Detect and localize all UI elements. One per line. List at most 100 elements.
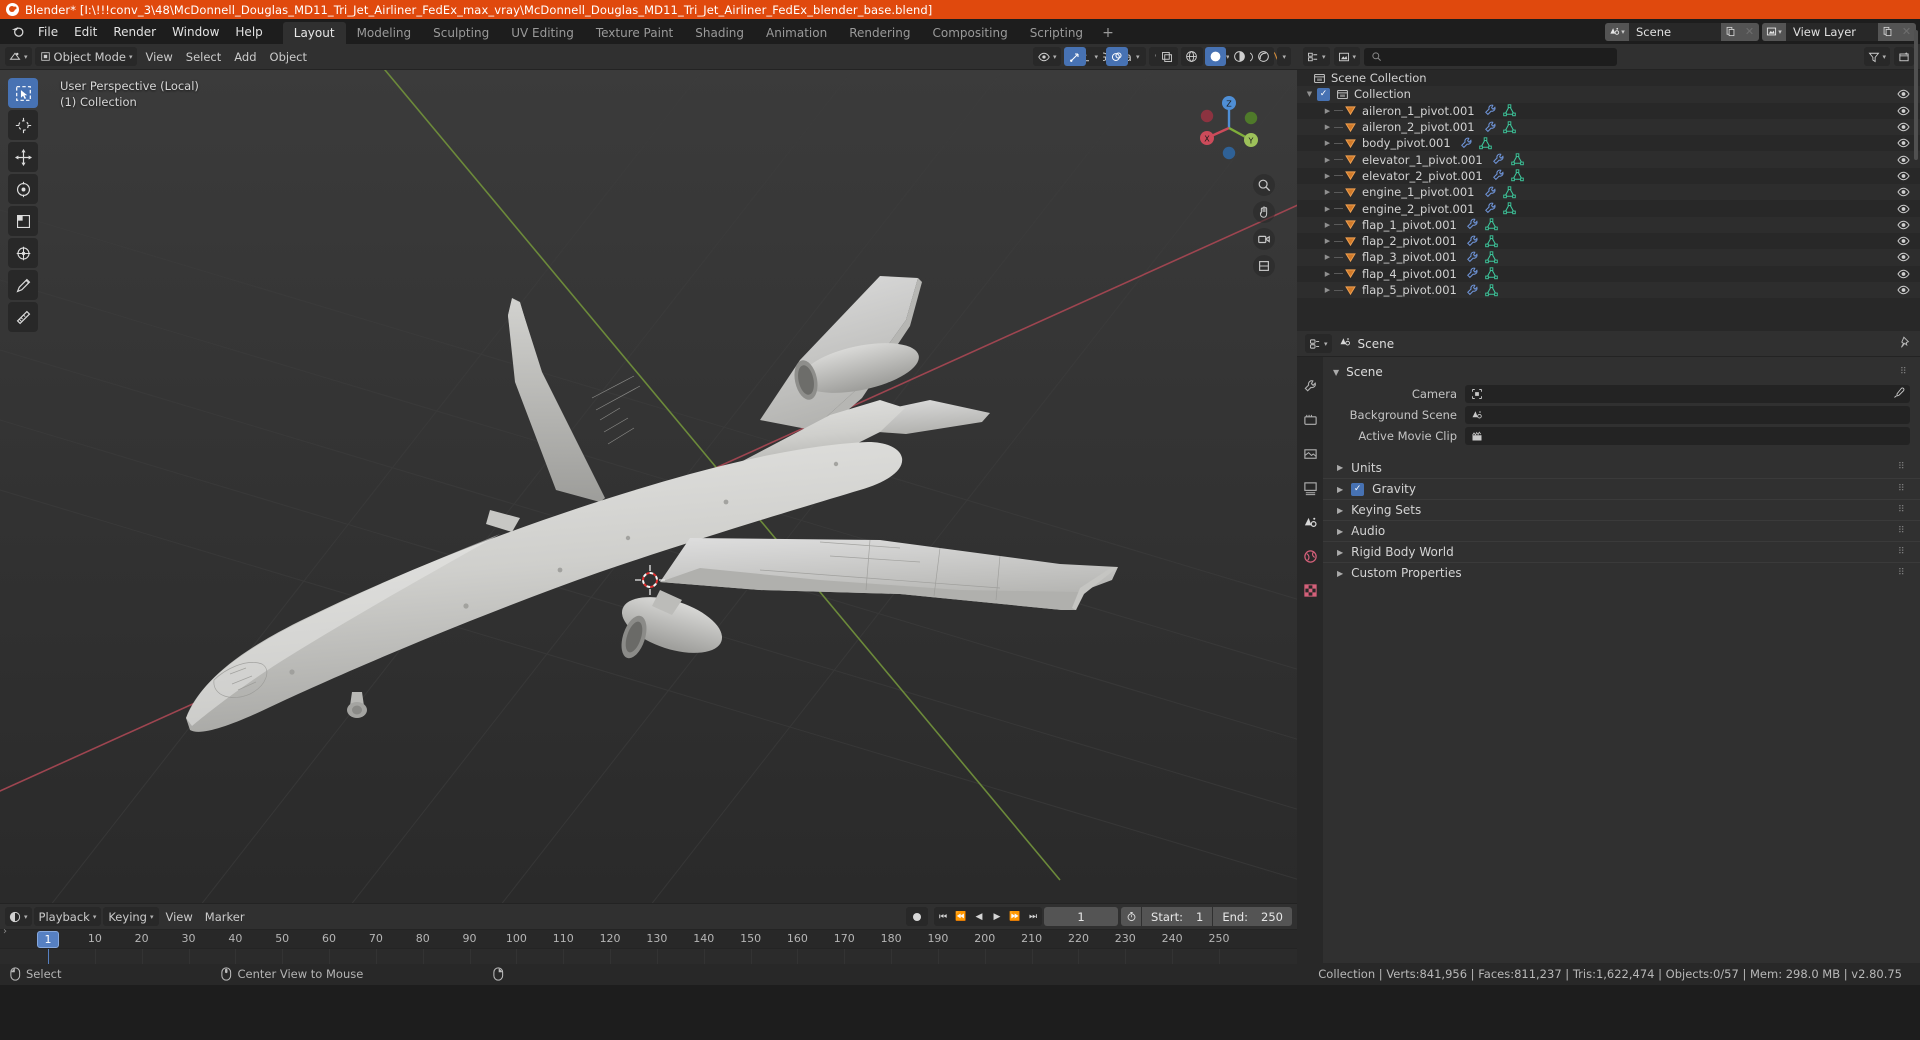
timeline-ruler[interactable]: 10 20 30 40 50 60 70 80 90 100 110 120 130 140 150 160 1… — [0, 929, 1297, 948]
world-properties-tab[interactable] — [1301, 547, 1319, 565]
mesh-data-icon[interactable] — [1485, 251, 1498, 264]
mesh-data-icon[interactable] — [1485, 234, 1498, 248]
list-item[interactable]: flap_5_pivot.001 — [1362, 283, 1457, 297]
object-visibility-toggle[interactable] — [1897, 104, 1910, 117]
menu-edit[interactable]: Edit — [66, 19, 105, 44]
pin-icon[interactable] — [1899, 335, 1912, 352]
list-item[interactable]: body_pivot.001 — [1362, 136, 1451, 150]
blender-menu-icon[interactable] — [4, 19, 30, 44]
list-item[interactable]: flap_1_pivot.001 — [1362, 218, 1457, 232]
timeline-menu-view[interactable]: View — [161, 907, 198, 926]
object-disclosure-triangle[interactable]: ▶ — [1322, 270, 1333, 278]
object-type-visibility-dropdown[interactable]: ▾ — [1032, 47, 1062, 66]
rotate-tool-button[interactable] — [8, 174, 38, 204]
list-item[interactable]: engine_2_pivot.001 — [1362, 202, 1475, 216]
timeline-track-area[interactable] — [0, 948, 1297, 964]
tool-properties-tab[interactable] — [1301, 377, 1319, 395]
modifier-icon[interactable] — [1484, 186, 1497, 199]
modifier-icon[interactable] — [1492, 169, 1505, 182]
select-box-tool-button[interactable] — [8, 78, 38, 108]
mesh-data-icon[interactable] — [1502, 186, 1516, 199]
tab-animation[interactable]: Animation — [755, 22, 838, 44]
move-tool-button[interactable] — [8, 142, 38, 172]
menu-help[interactable]: Help — [227, 19, 270, 44]
object-disclosure-triangle[interactable]: ▶ — [1322, 237, 1333, 245]
tab-scripting[interactable]: Scripting — [1019, 22, 1094, 44]
tab-sculpting[interactable]: Sculpting — [422, 22, 500, 44]
camera-eyedropper-icon[interactable] — [1893, 387, 1905, 402]
object-disclosure-triangle[interactable]: ▶ — [1322, 188, 1333, 196]
timeline-editor-type-button[interactable]: ▾ — [5, 907, 32, 926]
object-visibility-toggle[interactable] — [1897, 202, 1910, 215]
section-rigid-body-world[interactable]: ▶ Rigid Body World ⠿ — [1323, 541, 1920, 562]
shading-material-preview-button[interactable] — [1229, 47, 1251, 66]
mesh-data-icon[interactable] — [1510, 169, 1524, 182]
new-collection-button[interactable] — [1894, 47, 1915, 66]
object-visibility-toggle[interactable] — [1897, 137, 1910, 150]
list-item[interactable]: elevator_1_pivot.001 — [1362, 153, 1483, 167]
collection-checkbox[interactable]: ✓ — [1317, 87, 1330, 101]
properties-editor-type-button[interactable]: ▾ — [1305, 334, 1332, 353]
texture-properties-tab[interactable] — [1301, 581, 1319, 599]
outliner-tree[interactable]: Scene Collection ▼ ✓ Collection ▶ aileron_1_p… — [1297, 70, 1920, 331]
collection-visibility-toggle[interactable] — [1897, 88, 1910, 101]
jump-to-end-button[interactable]: ⏭ — [1024, 907, 1042, 926]
output-properties-tab[interactable] — [1301, 445, 1319, 463]
view-layer-selector[interactable]: ▾ View Layer ✕ — [1762, 22, 1916, 41]
timeline-playhead[interactable]: 1 — [37, 931, 59, 948]
toggle-xray-button[interactable] — [1156, 47, 1179, 66]
scene-icon[interactable]: ▾ — [1605, 22, 1629, 41]
list-item[interactable]: elevator_2_pivot.001 — [1362, 169, 1483, 183]
outliner-display-mode-button[interactable]: ▾ — [1333, 47, 1361, 66]
new-view-layer-button[interactable] — [1878, 22, 1897, 41]
object-visibility-toggle[interactable] — [1897, 235, 1910, 248]
modifier-icon[interactable] — [1492, 153, 1505, 166]
viewport-menu-add[interactable]: Add — [229, 47, 261, 66]
object-disclosure-triangle[interactable]: ▶ — [1322, 221, 1333, 229]
camera-field[interactable] — [1465, 385, 1910, 403]
object-visibility-toggle[interactable] — [1897, 251, 1910, 264]
outliner-editor-type-button[interactable]: ▾ — [1303, 47, 1330, 66]
object-disclosure-triangle[interactable]: ▶ — [1322, 286, 1333, 294]
tab-texture-paint[interactable]: Texture Paint — [585, 22, 684, 44]
timeline-sidebar-toggle[interactable]: › — [3, 926, 7, 937]
play-reverse-button[interactable]: ◀ — [970, 907, 988, 926]
scene-selector[interactable]: ▾ Scene ✕ — [1605, 22, 1759, 41]
section-units[interactable]: ▶ Units ⠿ — [1323, 457, 1920, 478]
section-audio[interactable]: ▶ Audio ⠿ — [1323, 520, 1920, 541]
scene-name[interactable]: Scene — [1629, 23, 1721, 41]
collection-label[interactable]: Collection — [1354, 87, 1411, 101]
previous-keyframe-button[interactable]: ⏪ — [952, 907, 970, 926]
tab-shading[interactable]: Shading — [684, 22, 755, 44]
annotate-tool-button[interactable] — [8, 270, 38, 300]
modifier-icon[interactable] — [1466, 235, 1479, 248]
section-custom-properties[interactable]: ▶ Custom Properties ⠿ — [1323, 562, 1920, 583]
object-visibility-toggle[interactable] — [1897, 284, 1910, 297]
list-item[interactable]: aileron_1_pivot.001 — [1362, 104, 1475, 118]
background-scene-field[interactable] — [1465, 406, 1910, 424]
view-layer-name[interactable]: View Layer — [1786, 23, 1878, 41]
show-overlays-toggle[interactable] — [1105, 47, 1128, 66]
mesh-data-icon[interactable] — [1502, 202, 1516, 215]
section-keying-sets[interactable]: ▶ Keying Sets ⠿ — [1323, 499, 1920, 520]
add-workspace-button[interactable]: + — [1094, 22, 1122, 44]
section-gravity[interactable]: ▶ ✓ Gravity ⠿ — [1323, 478, 1920, 499]
scene-panel-header[interactable]: ▼ Scene ⠿ — [1323, 361, 1920, 383]
next-keyframe-button[interactable]: ⏩ — [1006, 907, 1024, 926]
tab-compositing[interactable]: Compositing — [921, 22, 1018, 44]
tab-modeling[interactable]: Modeling — [346, 22, 423, 44]
menu-file[interactable]: File — [30, 19, 66, 44]
tab-layout[interactable]: Layout — [282, 22, 346, 44]
camera-view-icon[interactable] — [1253, 228, 1275, 250]
jump-to-start-button[interactable]: ⏮ — [934, 907, 952, 926]
object-visibility-toggle[interactable] — [1897, 218, 1910, 231]
object-visibility-toggle[interactable] — [1897, 267, 1910, 280]
measure-tool-button[interactable] — [8, 302, 38, 332]
object-visibility-toggle[interactable] — [1897, 169, 1910, 182]
timeline-menu-marker[interactable]: Marker — [200, 907, 250, 926]
modifier-icon[interactable] — [1466, 267, 1479, 280]
transform-tool-button[interactable] — [8, 238, 38, 268]
toggle-orthographic-icon[interactable] — [1253, 255, 1275, 277]
mesh-data-icon[interactable] — [1502, 120, 1516, 134]
list-item[interactable]: engine_1_pivot.001 — [1362, 185, 1475, 199]
